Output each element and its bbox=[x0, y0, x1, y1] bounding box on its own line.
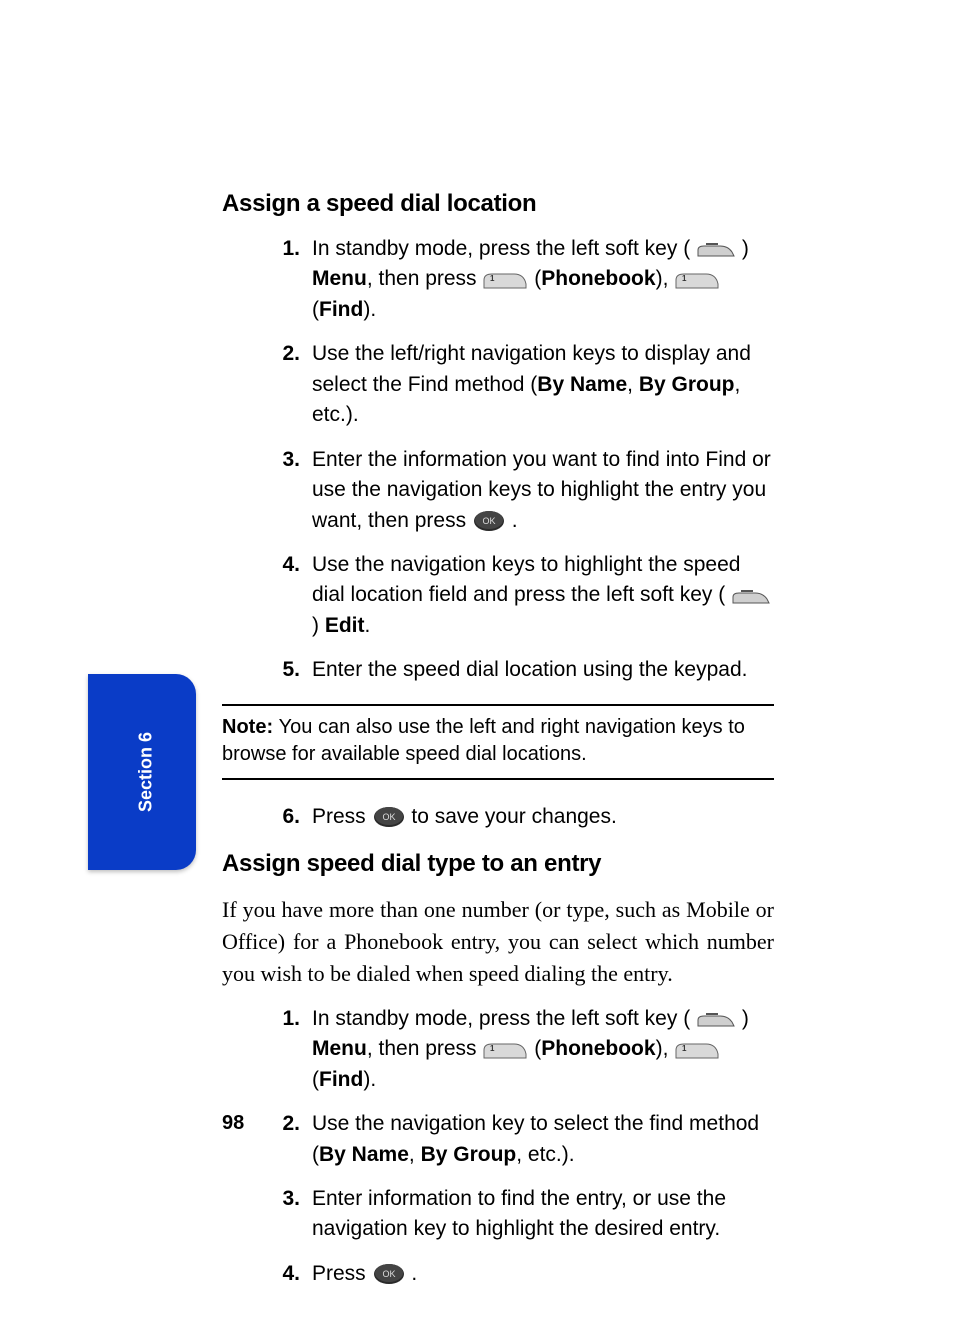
step-text: Enter the information you want to find i… bbox=[312, 445, 774, 536]
step-text: Press OK . bbox=[312, 1259, 774, 1289]
page-number: 98 bbox=[222, 1112, 244, 1135]
svg-text:OK: OK bbox=[382, 812, 395, 822]
step-text: Use the navigation key to select the fin… bbox=[312, 1109, 774, 1170]
step-number: 1. bbox=[222, 1004, 312, 1095]
step-text: Use the navigation keys to highlight the… bbox=[312, 550, 774, 641]
note-block: Note: You can also use the left and righ… bbox=[222, 704, 774, 780]
key-1-icon: 1 bbox=[674, 270, 720, 290]
key-1-icon: 1 bbox=[674, 1040, 720, 1060]
svg-text:OK: OK bbox=[382, 1269, 395, 1279]
step-text: Enter information to find the entry, or … bbox=[312, 1184, 774, 1245]
svg-text:1: 1 bbox=[490, 1044, 495, 1053]
softkey-icon bbox=[696, 240, 736, 258]
document-page: Section 6 Assign a speed dial location 1… bbox=[0, 0, 954, 1319]
steps-list-1: 1. In standby mode, press the left soft … bbox=[222, 234, 774, 686]
step-text: Enter the speed dial location using the … bbox=[312, 655, 774, 685]
step-number: 6. bbox=[222, 802, 312, 832]
list-item: 1. In standby mode, press the left soft … bbox=[222, 234, 774, 325]
key-1-icon: 1 bbox=[482, 270, 528, 290]
svg-text:1: 1 bbox=[490, 274, 495, 283]
step-number: 1. bbox=[222, 234, 312, 325]
step-number: 3. bbox=[222, 445, 312, 536]
ok-button-icon: OK bbox=[472, 509, 506, 533]
list-item: 2. Use the navigation key to select the … bbox=[222, 1109, 774, 1170]
section-side-tab: Section 6 bbox=[88, 674, 196, 870]
svg-text:1: 1 bbox=[682, 1044, 687, 1053]
step-number: 2. bbox=[222, 339, 312, 430]
step-text: Press OK to save your changes. bbox=[312, 802, 774, 832]
list-item: 3. Enter information to find the entry, … bbox=[222, 1184, 774, 1245]
list-item: 4. Use the navigation keys to highlight … bbox=[222, 550, 774, 641]
heading-assign-type: Assign speed dial type to an entry bbox=[222, 850, 774, 878]
note-text: You can also use the left and right navi… bbox=[222, 716, 745, 765]
steps-list-1b: 6. Press OK to save your changes. bbox=[222, 802, 774, 832]
steps-list-2: 1. In standby mode, press the left soft … bbox=[222, 1004, 774, 1290]
list-item: 4. Press OK . bbox=[222, 1259, 774, 1289]
svg-text:1: 1 bbox=[682, 274, 687, 283]
list-item: 5. Enter the speed dial location using t… bbox=[222, 655, 774, 685]
list-item: 3. Enter the information you want to fin… bbox=[222, 445, 774, 536]
step-number: 4. bbox=[222, 1259, 312, 1289]
softkey-icon bbox=[696, 1010, 736, 1028]
step-number: 5. bbox=[222, 655, 312, 685]
intro-paragraph: If you have more than one number (or typ… bbox=[222, 894, 774, 990]
step-text: In standby mode, press the left soft key… bbox=[312, 234, 774, 325]
ok-button-icon: OK bbox=[372, 1262, 406, 1286]
section-side-tab-label: Section 6 bbox=[135, 732, 156, 812]
list-item: 1. In standby mode, press the left soft … bbox=[222, 1004, 774, 1095]
heading-assign-location: Assign a speed dial location bbox=[222, 190, 774, 218]
svg-text:OK: OK bbox=[482, 516, 495, 526]
ok-button-icon: OK bbox=[372, 805, 406, 829]
step-number: 3. bbox=[222, 1184, 312, 1245]
step-number: 4. bbox=[222, 550, 312, 641]
step-text: Use the left/right navigation keys to di… bbox=[312, 339, 774, 430]
list-item: 2. Use the left/right navigation keys to… bbox=[222, 339, 774, 430]
note-label: Note: bbox=[222, 716, 279, 738]
step-text: In standby mode, press the left soft key… bbox=[312, 1004, 774, 1095]
list-item: 6. Press OK to save your changes. bbox=[222, 802, 774, 832]
page-content: Assign a speed dial location 1. In stand… bbox=[222, 190, 774, 1307]
key-1-icon: 1 bbox=[482, 1040, 528, 1060]
softkey-icon bbox=[731, 587, 771, 605]
